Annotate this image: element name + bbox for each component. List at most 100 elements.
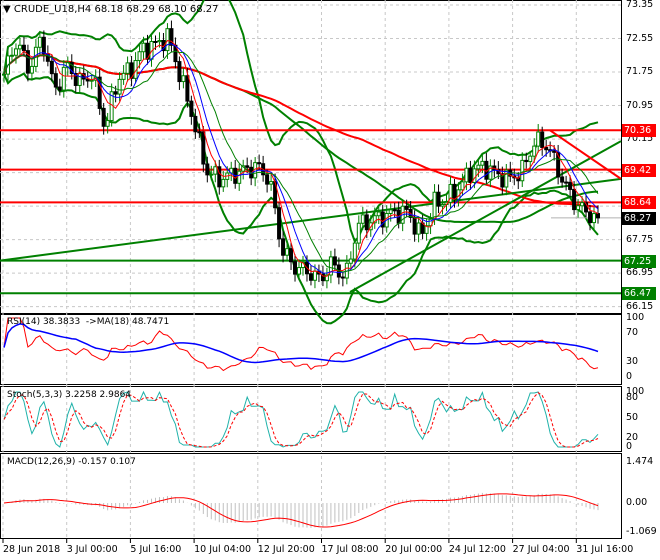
candle-body	[560, 176, 565, 183]
candle-body	[416, 222, 421, 235]
ma-13-line	[3, 50, 599, 273]
chart-canvas[interactable]	[0, 0, 660, 560]
macd-axis-label: -1.069	[626, 526, 657, 537]
candle-body	[2, 73, 6, 76]
candle-body	[57, 86, 62, 91]
candle-body	[113, 91, 118, 95]
triangle-down-icon[interactable]: ▼	[3, 4, 11, 15]
candle-body	[245, 165, 250, 168]
time-axis-label: 27 Jul 04:00	[512, 544, 570, 555]
time-axis-label: 10 Jul 04:00	[194, 544, 252, 555]
candle-body	[121, 72, 126, 80]
stoch-axis-label: 0	[626, 441, 633, 452]
candle-body	[356, 222, 361, 244]
candle-body	[237, 170, 242, 184]
candle-body	[177, 61, 182, 83]
candle-body	[201, 131, 206, 165]
level-price-tag: 69.42	[622, 163, 656, 177]
candle-body	[592, 213, 597, 224]
candle-body	[564, 181, 569, 184]
candle-body	[440, 203, 445, 207]
macd-axis-label: 0.00	[626, 497, 648, 508]
rsi-axis-label: 30	[626, 356, 639, 367]
candle-body	[460, 181, 465, 191]
candle-body	[436, 191, 441, 207]
candle-body	[193, 115, 198, 133]
candle-body	[376, 211, 381, 217]
candle-body	[13, 48, 18, 56]
price-axis-label: 67.75	[626, 233, 654, 245]
current-price-tag: 68.27	[622, 211, 656, 225]
ma-mid-line	[3, 43, 599, 274]
rsi-axis-label: 70	[626, 327, 639, 338]
candle-body	[9, 54, 14, 57]
candle-body	[165, 28, 170, 52]
candle-body	[596, 213, 600, 219]
candle-body	[588, 211, 593, 224]
candle-body	[269, 181, 274, 185]
candle-body	[464, 167, 469, 183]
candle-body	[209, 173, 214, 176]
candle-body	[412, 216, 417, 235]
candle-body	[572, 188, 577, 211]
candle-body	[105, 120, 110, 127]
time-axis-label: 20 Jul 00:00	[385, 544, 443, 555]
candle-body	[308, 273, 313, 281]
bollinger-upper	[3, 0, 599, 244]
candle-body	[360, 214, 365, 224]
candle-body	[388, 209, 393, 214]
candle-body	[53, 73, 58, 88]
candle-body	[532, 145, 537, 157]
price-axis-label: 73.35	[626, 0, 654, 10]
candle-body	[468, 167, 473, 183]
candle-body	[277, 207, 282, 240]
symbol-label: CRUDE_U18,H4	[13, 4, 92, 15]
candle-body	[432, 191, 437, 220]
candle-body	[476, 164, 481, 170]
trendline-resistance	[549, 129, 622, 180]
candle-body	[141, 42, 146, 53]
candle-body	[185, 75, 190, 102]
time-axis-label: 28 Jun 2018	[3, 544, 61, 555]
candle-body	[213, 166, 218, 175]
candle-body	[568, 181, 573, 190]
candle-body	[205, 163, 210, 176]
stoch-axis-label: 50	[626, 412, 639, 423]
candle-body	[352, 242, 357, 260]
price-axis-label: 70.95	[626, 99, 654, 111]
candle-body	[297, 267, 302, 275]
candle-body	[257, 162, 262, 165]
price-axis-label: 72.55	[626, 32, 654, 44]
candle-body	[580, 202, 585, 207]
rsi-axis-label: 0	[626, 371, 633, 382]
price-axis-label: 66.15	[626, 300, 654, 312]
candle-body	[61, 66, 66, 91]
time-axis-label: 31 Jul 16:00	[576, 544, 634, 555]
candle-body	[504, 169, 509, 188]
candle-body	[77, 73, 82, 86]
time-axis-label: 5 Jul 16:00	[130, 544, 182, 555]
time-axis-label: 3 Jul 00:00	[66, 544, 118, 555]
candle-body	[157, 40, 162, 43]
candle-body	[528, 155, 533, 163]
candle-body	[293, 261, 298, 275]
candle-body	[404, 205, 409, 210]
candle-body	[576, 205, 581, 211]
candle-body	[285, 248, 290, 256]
time-axis-label: 12 Jul 20:00	[257, 544, 315, 555]
macd-label: MACD(12,26,9) -0.157 0.107	[7, 457, 136, 467]
rsi-label: RSI(14) 38.3833 ->MA(18) 48.7471	[7, 317, 170, 327]
price-axis-label: 66.95	[626, 267, 654, 279]
candle-body	[312, 270, 317, 281]
candle-body	[21, 44, 26, 52]
candle-body	[101, 107, 106, 127]
candle-body	[197, 131, 202, 134]
level-price-tag: 70.36	[622, 124, 656, 138]
level-price-tag: 66.47	[622, 287, 656, 301]
candle-body	[49, 60, 54, 75]
candle-body	[37, 36, 42, 48]
candle-body	[17, 44, 22, 50]
macd-signal-line	[3, 493, 599, 528]
candle-body	[364, 214, 369, 231]
candle-body	[540, 131, 545, 148]
